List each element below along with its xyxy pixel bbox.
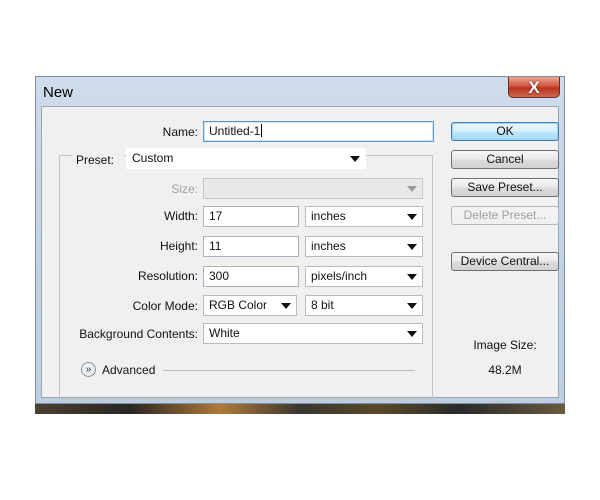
resolution-label: Resolution:: [137, 269, 198, 283]
close-button[interactable]: X: [508, 77, 560, 98]
double-chevron-down-icon[interactable]: »: [81, 362, 96, 377]
dialog-body: Name: Untitled-1 Preset: Custom Size: Wi…: [41, 106, 559, 400]
size-label: Size:: [171, 182, 198, 196]
close-icon: X: [528, 77, 540, 97]
color-mode-value: RGB Color: [209, 298, 268, 312]
name-input-value: Untitled-1: [209, 124, 261, 138]
chevron-down-icon: [407, 214, 417, 220]
ok-button[interactable]: OK: [451, 122, 559, 141]
device-central-button[interactable]: Device Central...: [451, 252, 559, 271]
width-label: Width:: [163, 209, 198, 223]
width-unit-select[interactable]: inches: [305, 206, 423, 227]
width-unit-value: inches: [311, 209, 346, 223]
chevron-down-icon: [281, 303, 291, 309]
width-input-value: 17: [209, 209, 223, 223]
resolution-input[interactable]: 300: [203, 266, 299, 287]
preset-label: Preset:: [76, 153, 115, 167]
width-input[interactable]: 17: [203, 206, 299, 227]
text-cursor: [261, 124, 263, 137]
advanced-divider: [163, 370, 415, 371]
color-mode-label: Color Mode:: [132, 299, 198, 313]
resolution-unit-select[interactable]: pixels/inch: [305, 266, 423, 287]
bit-depth-value: 8 bit: [311, 298, 334, 312]
height-input[interactable]: 11: [203, 236, 299, 257]
chevron-down-icon: [350, 156, 360, 162]
preset-select[interactable]: Custom: [126, 148, 366, 169]
background-contents-label: Background Contents:: [79, 327, 198, 341]
preset-select-value: Custom: [132, 151, 174, 165]
background-contents-value: White: [209, 326, 240, 340]
chevron-down-icon: [407, 274, 417, 280]
cancel-button[interactable]: Cancel: [451, 150, 559, 169]
chevron-down-icon: [407, 186, 417, 192]
name-label: Name:: [162, 125, 198, 139]
advanced-label[interactable]: Advanced: [102, 363, 155, 377]
name-input[interactable]: Untitled-1: [203, 121, 434, 142]
dialog-title: New: [43, 84, 74, 101]
color-mode-select[interactable]: RGB Color: [203, 295, 297, 316]
size-select[interactable]: [203, 178, 423, 199]
height-unit-select[interactable]: inches: [305, 236, 423, 257]
chevron-down-icon: [407, 244, 417, 250]
height-label: Height:: [159, 239, 198, 253]
bit-depth-select[interactable]: 8 bit: [305, 295, 423, 316]
resolution-input-value: 300: [209, 269, 230, 283]
new-document-dialog: New X Name: Untitled-1 Preset: Custom Si…: [35, 76, 565, 404]
image-size-value: 48.2M: [488, 363, 522, 377]
height-unit-value: inches: [311, 239, 346, 253]
delete-preset-button[interactable]: Delete Preset...: [451, 206, 559, 225]
chevron-down-icon: [407, 303, 417, 309]
resolution-unit-value: pixels/inch: [311, 269, 368, 283]
save-preset-button[interactable]: Save Preset...: [451, 178, 559, 197]
background-contents-select[interactable]: White: [203, 323, 423, 344]
chevron-down-icon: [407, 331, 417, 337]
height-input-value: 11: [209, 239, 222, 253]
image-size-label: Image Size:: [473, 338, 537, 352]
